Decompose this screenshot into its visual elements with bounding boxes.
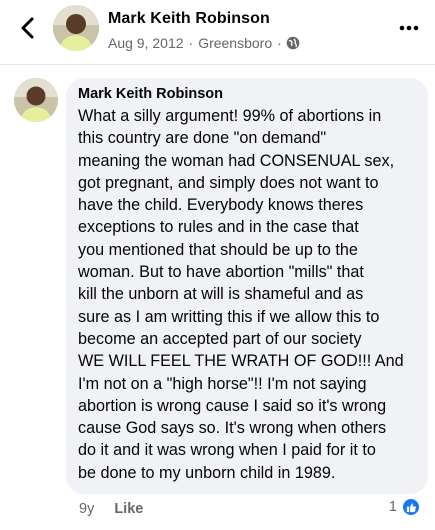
post-comment-view: Mark Keith Robinson Aug 9, 2012 · Greens… <box>0 0 435 530</box>
author-avatar[interactable] <box>53 5 99 51</box>
more-options-button[interactable] <box>397 16 421 40</box>
comment-actions: 9y Like <box>79 498 143 520</box>
commenter-avatar[interactable] <box>14 78 58 122</box>
header-divider <box>0 64 435 65</box>
like-button[interactable]: Like <box>114 501 143 517</box>
comment-age[interactable]: 9y <box>79 501 94 517</box>
globe-icon <box>286 36 300 50</box>
avatar-image <box>14 78 58 122</box>
post-date[interactable]: Aug 9, 2012 <box>108 35 184 51</box>
back-button[interactable] <box>14 14 42 42</box>
thumbs-up-icon <box>401 497 421 517</box>
author-name[interactable]: Mark Keith Robinson <box>108 10 270 28</box>
meta-separator: · <box>277 35 282 51</box>
avatar-image <box>53 5 99 51</box>
more-dots-icon <box>399 25 419 31</box>
comment-text: What a silly argument! 99% of abortions … <box>78 107 404 482</box>
comment-author[interactable]: Mark Keith Robinson <box>78 86 416 102</box>
post-location[interactable]: Greensboro <box>198 35 272 51</box>
meta-separator: · <box>188 35 194 51</box>
reaction-summary[interactable]: 1 <box>389 497 421 517</box>
reaction-count: 1 <box>388 499 397 515</box>
post-header: Mark Keith Robinson Aug 9, 2012 · Greens… <box>0 0 435 60</box>
comment-bubble: Mark Keith Robinson What a silly argumen… <box>66 78 428 494</box>
post-meta: Aug 9, 2012 · Greensboro · <box>108 35 300 51</box>
chevron-left-icon <box>21 17 34 39</box>
